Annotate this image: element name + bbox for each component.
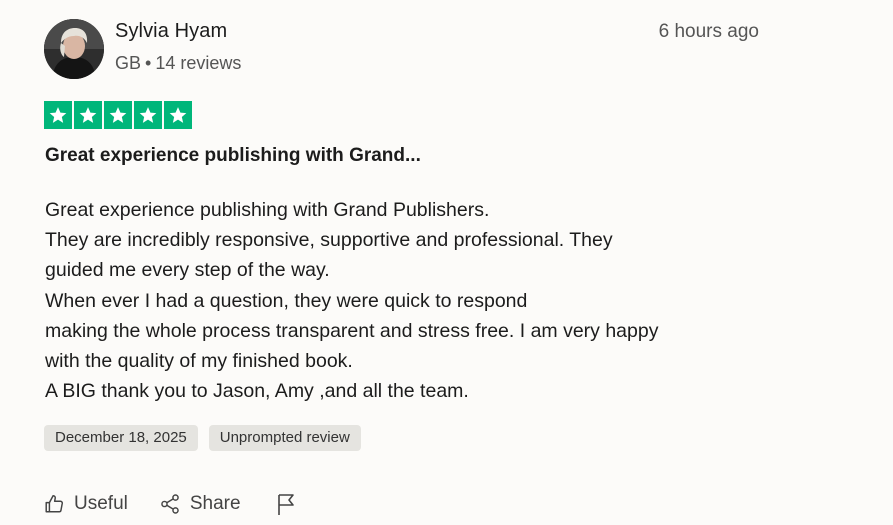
reviewer-meta: GB • 14 reviews	[115, 53, 241, 74]
flag-icon	[275, 492, 297, 516]
review-body-line: making the whole process transparent and…	[45, 319, 659, 342]
review-actions: Useful Share	[43, 492, 297, 516]
star-rating	[44, 101, 192, 129]
reviewer-name[interactable]: Sylvia Hyam	[115, 20, 227, 43]
report-button[interactable]	[275, 492, 297, 516]
star-icon	[74, 101, 102, 129]
share-button[interactable]: Share	[159, 493, 241, 515]
review-body: Great experience publishing with Grand P…	[45, 195, 805, 406]
star-icon	[164, 101, 192, 129]
review-card: Sylvia Hyam GB • 14 reviews 6 hours ago Gr…	[0, 0, 893, 525]
share-icon	[159, 493, 181, 515]
meta-separator: •	[145, 53, 152, 73]
review-body-line: with the quality of my finished book.	[45, 350, 353, 373]
review-body-line: guided me every step of the way.	[45, 259, 330, 282]
star-icon	[104, 101, 132, 129]
thumbs-up-icon	[43, 493, 65, 515]
review-body-line: Great experience publishing with Grand P…	[45, 199, 490, 221]
reviewer-country: GB	[115, 53, 142, 73]
review-body-line: When ever I had a question, they were qu…	[45, 289, 528, 312]
review-body-line: A BIG thank you to Jason, Amy ,and all t…	[45, 380, 469, 403]
review-count: 14 reviews	[155, 53, 242, 73]
review-tags: December 18, 2025 Unprompted review	[44, 425, 361, 451]
star-icon	[44, 101, 72, 129]
star-icon	[134, 101, 162, 129]
review-title[interactable]: Great experience publishing with Grand..…	[45, 145, 421, 167]
share-label: Share	[189, 493, 241, 514]
useful-label: Useful	[74, 493, 128, 514]
date-badge: December 18, 2025	[44, 425, 198, 451]
useful-button[interactable]: Useful	[43, 493, 128, 515]
avatar[interactable]	[44, 19, 104, 79]
review-body-line: They are incredibly responsive, supporti…	[45, 229, 613, 252]
review-time: 6 hours ago	[658, 21, 759, 42]
unprompted-review-badge[interactable]: Unprompted review	[208, 425, 361, 451]
